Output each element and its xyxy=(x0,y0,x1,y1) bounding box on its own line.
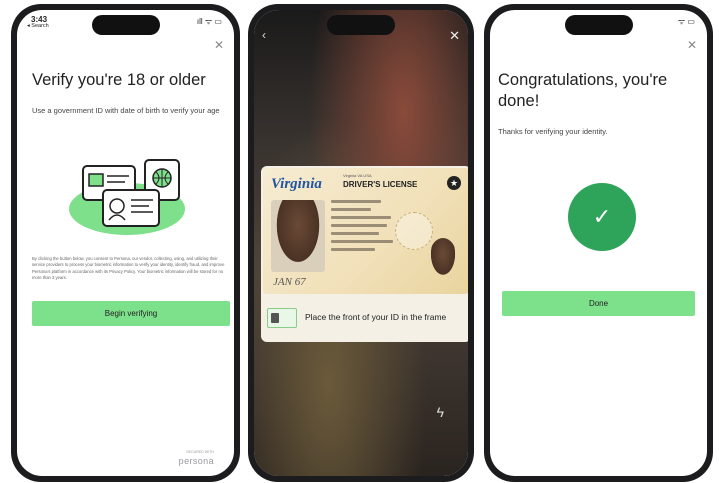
capture-instruction: Place the front of your ID in the frame xyxy=(267,300,465,336)
close-icon[interactable]: ✕ xyxy=(449,28,460,44)
dynamic-island xyxy=(91,15,160,35)
license-ghost-photo xyxy=(429,238,457,278)
flash-icon[interactable]: ϟ xyxy=(437,404,444,420)
id-card-icon xyxy=(267,308,297,328)
star-icon: ★ xyxy=(447,176,461,190)
drivers-license-image: Virginia Virginia VA USA DRIVER'S LICENS… xyxy=(263,168,468,294)
id-capture-frame: Virginia Virginia VA USA DRIVER'S LICENS… xyxy=(261,166,468,342)
camera-screen: ‹ ✕ Virginia Virginia VA USA DRIVER'S LI… xyxy=(254,10,468,476)
capture-instruction-text: Place the front of your ID in the frame xyxy=(305,312,447,323)
done-button[interactable]: Done xyxy=(502,291,695,316)
license-signature: JAN 67 xyxy=(273,276,306,288)
license-state: Virginia xyxy=(271,176,322,192)
persona-logo: persona xyxy=(178,456,214,466)
secured-with-label: SECURED WITH xyxy=(186,450,214,454)
dynamic-island xyxy=(327,15,395,35)
status-icons: ᯤ ▭ xyxy=(677,17,695,26)
status-icons: ıll ᯤ ▭ xyxy=(196,17,222,26)
page-subtitle: Thanks for verifying your identity. xyxy=(498,127,608,136)
license-seal xyxy=(395,212,433,250)
begin-verifying-button[interactable]: Begin verifying xyxy=(32,301,230,326)
license-header: DRIVER'S LICENSE xyxy=(343,180,418,189)
close-icon[interactable]: ✕ xyxy=(687,38,697,52)
verify-screen: 3:43 ◂ Search ıll ᯤ ▭ ✕ Verify you're 18… xyxy=(17,10,234,476)
back-icon[interactable]: ‹ xyxy=(262,28,266,42)
dynamic-island xyxy=(564,15,633,35)
close-icon[interactable]: ✕ xyxy=(214,38,224,52)
phone-frame-done: ᯤ ▭ ✕ Congratulations, you're done! Than… xyxy=(484,4,713,482)
page-subtitle: Use a government ID with date of birth t… xyxy=(32,106,220,115)
id-cards-illustration xyxy=(69,159,185,235)
page-title: Verify you're 18 or older xyxy=(32,71,206,89)
done-screen: ᯤ ▭ ✕ Congratulations, you're done! Than… xyxy=(490,10,707,476)
license-subheader: Virginia VA USA xyxy=(343,173,372,178)
status-back-search[interactable]: ◂ Search xyxy=(27,23,49,29)
phone-frame-camera: ‹ ✕ Virginia Virginia VA USA DRIVER'S LI… xyxy=(248,4,474,482)
phone-frame-verify: 3:43 ◂ Search ıll ᯤ ▭ ✕ Verify you're 18… xyxy=(11,4,240,482)
success-check-icon: ✓ xyxy=(568,183,636,251)
consent-text: By clicking the button below, you consen… xyxy=(32,256,225,280)
license-photo xyxy=(271,200,325,272)
page-title: Congratulations, you're done! xyxy=(498,71,668,110)
license-details xyxy=(331,200,401,256)
